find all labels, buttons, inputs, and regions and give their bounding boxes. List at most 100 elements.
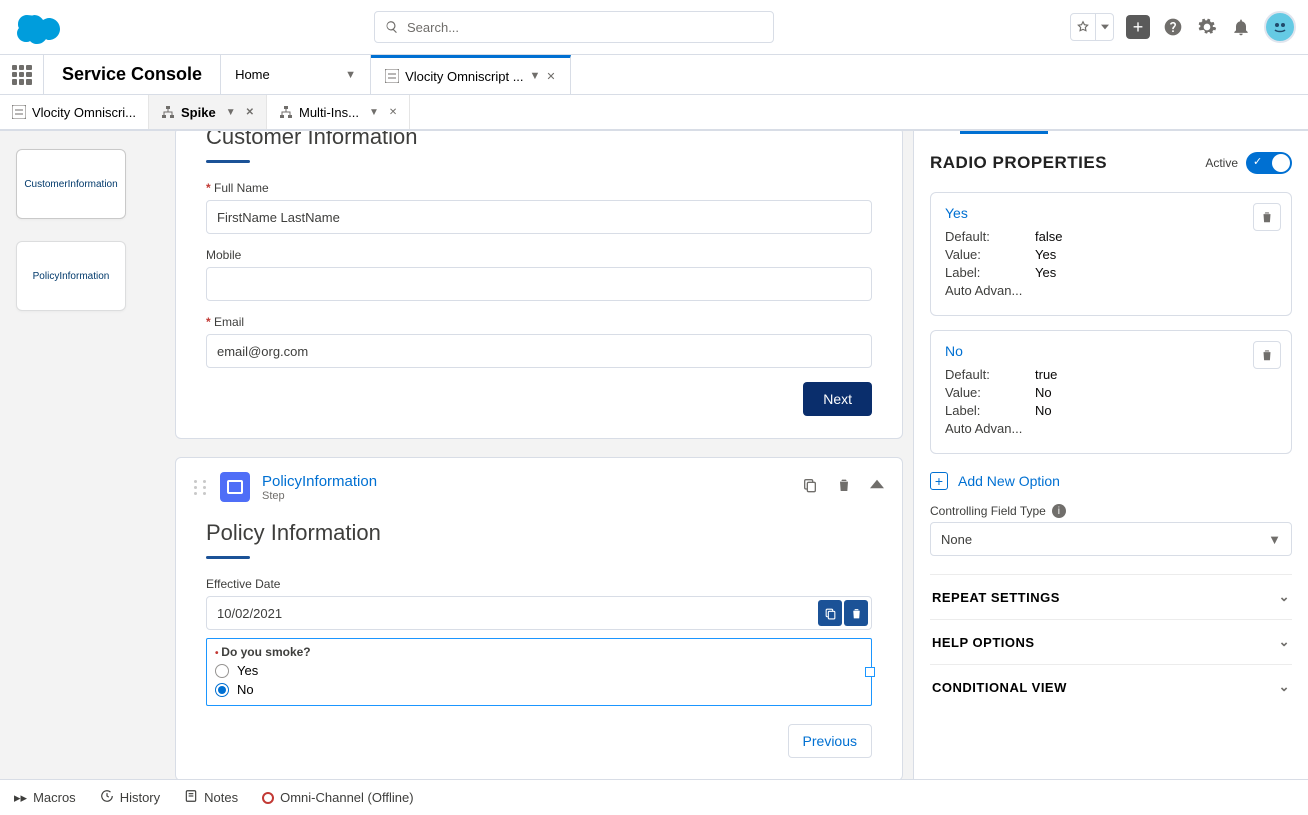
thumb-label: CustomerInformation (24, 179, 117, 190)
controlling-field-select[interactable]: None ▼ (930, 522, 1292, 556)
kv-value: No (1035, 403, 1052, 418)
option-name[interactable]: Yes (945, 205, 1277, 221)
chevron-down-icon: ▼ (1268, 532, 1281, 547)
previous-button[interactable]: Previous (788, 724, 872, 758)
controlling-field-label: Controlling Field Type (930, 504, 1046, 518)
sub-tabs: Vlocity Omniscri... Spike ▼ ✕ Multi-Ins.… (0, 95, 1308, 131)
radio-option-yes[interactable]: Yes (215, 663, 863, 678)
chevron-down-icon: ⌄ (1279, 634, 1290, 650)
trash-icon[interactable] (836, 477, 852, 498)
user-avatar[interactable] (1264, 11, 1296, 43)
header-actions: + (1070, 11, 1296, 43)
sub-tab-spike[interactable]: Spike ▼ ✕ (149, 95, 267, 129)
info-icon[interactable]: i (1052, 504, 1066, 518)
accordion-conditional-view[interactable]: CONDITIONAL VIEW ⌄ (930, 664, 1292, 709)
option-card-yes: Yes Default:false Value:Yes Label:Yes Au… (930, 192, 1292, 316)
title-underline (206, 556, 250, 559)
delete-option-icon[interactable] (1253, 341, 1281, 369)
active-label: Active (1205, 156, 1238, 170)
notes-button[interactable]: Notes (184, 789, 238, 806)
app-launcher-icon[interactable] (0, 55, 44, 94)
accordion-repeat-settings[interactable]: REPEAT SETTINGS ⌄ (930, 574, 1292, 619)
add-new-option[interactable]: + Add New Option (930, 468, 1292, 504)
plus-icon: + (930, 472, 948, 490)
element-clone-icon[interactable] (818, 600, 842, 626)
element-trash-icon[interactable] (844, 600, 868, 626)
close-icon[interactable]: ✕ (389, 107, 397, 118)
mobile-label: Mobile (206, 248, 872, 262)
global-add-button[interactable]: + (1126, 15, 1150, 39)
close-icon[interactable]: ✕ (246, 107, 254, 118)
help-icon[interactable] (1162, 16, 1184, 38)
nav-tab-label: Home (235, 67, 270, 82)
close-icon[interactable]: ✕ (546, 70, 555, 83)
delete-option-icon[interactable] (1253, 203, 1281, 231)
sub-tab-omniscript[interactable]: Vlocity Omniscri... (0, 95, 149, 129)
search-placeholder: Search... (407, 20, 459, 35)
hierarchy-icon (161, 105, 175, 119)
email-input[interactable] (206, 334, 872, 368)
email-label: Email (206, 315, 872, 329)
next-button[interactable]: Next (803, 382, 872, 416)
radio-label: No (237, 682, 254, 697)
nav-tab-vlocity[interactable]: Vlocity Omniscript ... ▼ ✕ (371, 55, 571, 94)
radio-question: Do you smoke? (215, 645, 863, 659)
mobile-input[interactable] (206, 267, 872, 301)
chevron-up-icon[interactable] (870, 477, 884, 498)
step-thumbnails: CustomerInformation PolicyInformation (0, 131, 175, 779)
full-name-label: Full Name (206, 181, 872, 195)
kv-key: Default: (945, 367, 1035, 382)
step-type: Step (262, 490, 377, 502)
sub-tab-multiins[interactable]: Multi-Ins... ▼ ✕ (267, 95, 410, 129)
step-name: PolicyInformation (262, 473, 377, 490)
drag-handle-icon[interactable] (194, 480, 208, 495)
kv-key: Auto Advan... (945, 421, 1035, 436)
utility-bar: ▸▸ Macros History Notes Omni-Channel (Of… (0, 779, 1308, 815)
full-name-input[interactable] (206, 200, 872, 234)
bell-icon[interactable] (1230, 16, 1252, 38)
step-header[interactable]: PolicyInformation Step (176, 458, 902, 516)
effective-date-input[interactable] (206, 596, 872, 630)
active-toggle[interactable] (1246, 152, 1292, 174)
accordion-label: REPEAT SETTINGS (932, 590, 1060, 605)
chevron-down-icon[interactable]: ▼ (369, 107, 379, 118)
history-button[interactable]: History (100, 789, 160, 806)
clone-icon[interactable] (802, 477, 818, 498)
chevron-down-icon (1095, 14, 1113, 40)
global-search[interactable]: Search... (374, 11, 774, 43)
chevron-down-icon[interactable]: ▼ (345, 69, 356, 81)
radio-option-no[interactable]: No (215, 682, 863, 697)
app-nav: Service Console Home ▼ Vlocity Omniscrip… (0, 55, 1308, 95)
kv-value: No (1035, 385, 1052, 400)
thumb-policy-info[interactable]: PolicyInformation (16, 241, 126, 311)
radio-element-selected[interactable]: Do you smoke? Yes No (206, 638, 872, 706)
chevron-down-icon[interactable]: ▼ (530, 70, 541, 82)
favorites-dropdown[interactable] (1070, 13, 1114, 41)
section-title: Customer Information (206, 131, 872, 150)
gear-icon[interactable] (1196, 16, 1218, 38)
canvas: Customer Information Full Name Mobile Em… (175, 131, 913, 779)
properties-panel: RADIO PROPERTIES Active Yes Default:fals… (913, 131, 1308, 779)
option-name[interactable]: No (945, 343, 1277, 359)
omni-channel-button[interactable]: Omni-Channel (Offline) (262, 790, 413, 805)
chevron-down-icon[interactable]: ▼ (226, 107, 236, 118)
nav-tab-label: Vlocity Omniscript ... (405, 69, 523, 84)
thumb-label: PolicyInformation (33, 271, 110, 282)
effective-date-label: Effective Date (206, 577, 872, 591)
panel-title: RADIO PROPERTIES (930, 153, 1107, 173)
radio-icon (215, 664, 229, 678)
select-value: None (941, 532, 972, 547)
omniscript-icon (12, 105, 26, 119)
thumb-customer-info[interactable]: CustomerInformation (16, 149, 126, 219)
title-underline (206, 160, 250, 163)
nav-tab-home[interactable]: Home ▼ (221, 55, 371, 94)
accordion-help-options[interactable]: HELP OPTIONS ⌄ (930, 619, 1292, 664)
section-title: Policy Information (206, 520, 872, 546)
notes-icon (184, 789, 198, 806)
kv-key: Label: (945, 403, 1035, 418)
policy-step-card: PolicyInformation Step Policy Informatio… (175, 457, 903, 779)
kv-value: false (1035, 229, 1062, 244)
macros-button[interactable]: ▸▸ Macros (14, 790, 76, 806)
radio-icon-selected (215, 683, 229, 697)
global-header: Search... + (0, 0, 1308, 55)
